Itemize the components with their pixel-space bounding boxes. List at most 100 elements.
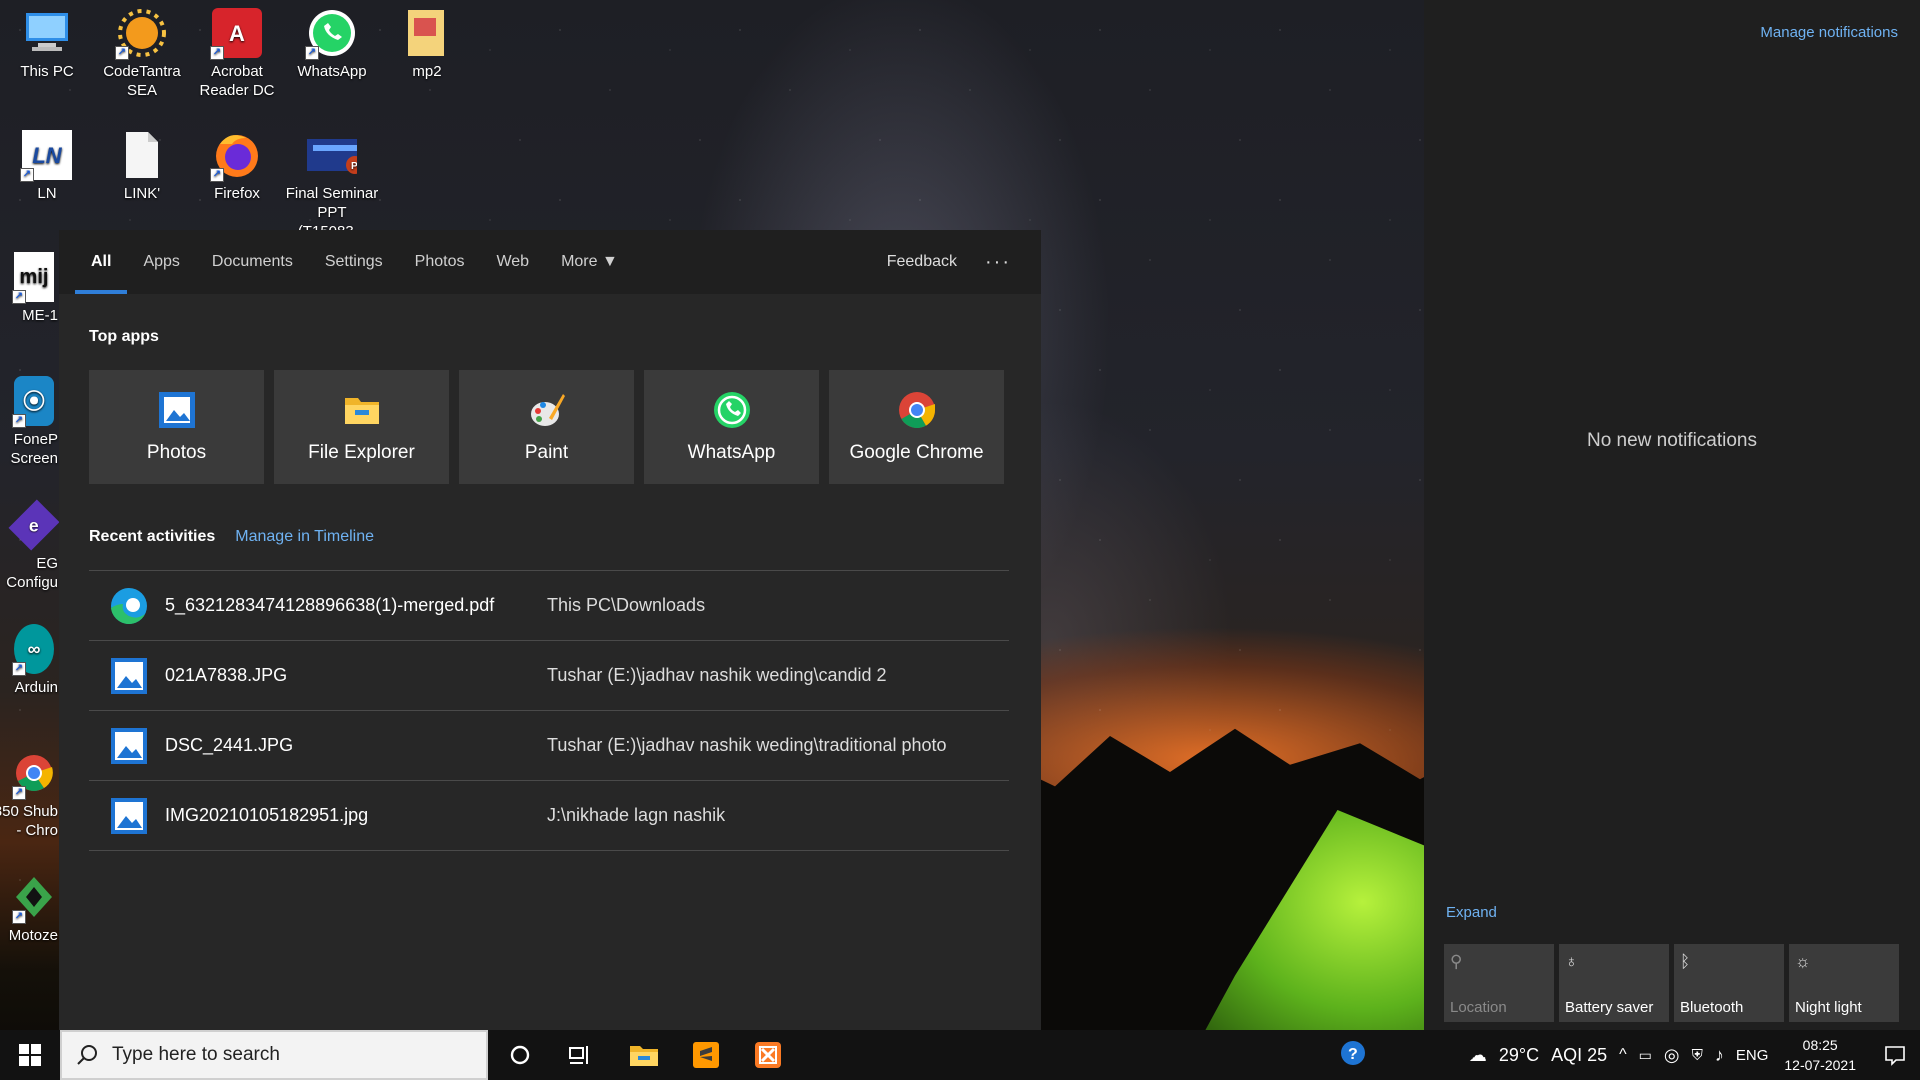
desktop-icon-motoze[interactable]: ↗ Motoze bbox=[0, 872, 62, 945]
help-button[interactable]: ? bbox=[1339, 1039, 1367, 1072]
chevron-up-icon[interactable]: ^ bbox=[1619, 1046, 1627, 1064]
top-app-whatsapp[interactable]: WhatsApp bbox=[644, 370, 819, 484]
more-options-button[interactable]: ··· bbox=[985, 230, 1011, 294]
list-item[interactable]: 021A7838.JPG Tushar (E:)\jadhav nashik w… bbox=[89, 641, 1009, 711]
quick-action-label: Bluetooth bbox=[1680, 999, 1744, 1016]
desktop-icon-label: mp2 bbox=[412, 63, 442, 80]
list-item[interactable]: 5_6321283474128896638(1)-merged.pdf This… bbox=[89, 571, 1009, 641]
recent-file-name: DSC_2441.JPG bbox=[165, 735, 294, 755]
top-app-paint[interactable]: Paint bbox=[459, 370, 634, 484]
recent-file-path: Tushar (E:)\jadhav nashik weding\candid … bbox=[547, 665, 887, 685]
desktop-icon-chrome-profile[interactable]: ↗ 850 Shub - Chro bbox=[0, 748, 62, 840]
eg-icon: e bbox=[8, 499, 60, 551]
desktop-icon-label: This PC bbox=[20, 63, 74, 80]
clock-time: 08:25 bbox=[1802, 1037, 1838, 1053]
quick-action-night-light[interactable]: ☼ Night light bbox=[1789, 944, 1899, 1022]
quick-action-battery-saver[interactable]: ♁ Battery saver bbox=[1559, 944, 1669, 1022]
list-item[interactable]: DSC_2441.JPG Tushar (E:)\jadhav nashik w… bbox=[89, 711, 1009, 781]
desktop-icon-whatsapp[interactable]: ↗ WhatsApp bbox=[293, 8, 371, 81]
photos-icon bbox=[111, 657, 147, 694]
top-app-file-explorer[interactable]: File Explorer bbox=[274, 370, 449, 484]
mijo-icon: mij ↗ bbox=[12, 252, 54, 304]
desktop-icon-fonepaw[interactable]: ⦿ ↗ FoneP Screen bbox=[0, 376, 62, 468]
tab-settings[interactable]: Settings bbox=[325, 230, 383, 294]
tab-web[interactable]: Web bbox=[496, 230, 529, 294]
sublime-text-icon bbox=[693, 1042, 719, 1068]
desktop-icon-acrobat[interactable]: A ↗ Acrobat Reader DC bbox=[198, 8, 276, 100]
quick-actions: ⚲ Location ♁ Battery saver ᛒ Bluetooth ☼… bbox=[1444, 944, 1899, 1022]
desktop-icon-label: WhatsApp bbox=[297, 63, 367, 80]
start-button[interactable] bbox=[0, 1030, 60, 1080]
volume-icon[interactable]: ♪ bbox=[1715, 1045, 1724, 1066]
weather-temperature[interactable]: 29°C bbox=[1499, 1045, 1539, 1066]
help-icon: ? bbox=[1340, 1040, 1365, 1065]
top-app-label: WhatsApp bbox=[687, 442, 776, 463]
task-view-button[interactable] bbox=[558, 1030, 602, 1080]
tab-all[interactable]: All bbox=[74, 230, 129, 294]
desktop-icon-mp2[interactable]: mp2 bbox=[388, 8, 466, 81]
photos-icon bbox=[111, 727, 147, 764]
motoze-icon: ↗ bbox=[12, 872, 54, 924]
photos-icon bbox=[158, 392, 195, 428]
feedback-button[interactable]: Feedback bbox=[887, 230, 957, 294]
desktop-icon-this-pc[interactable]: This PC bbox=[8, 8, 86, 81]
desktop-icon-label: CodeTantra SEA bbox=[103, 63, 181, 99]
taskbar-sublime-text[interactable] bbox=[682, 1030, 730, 1080]
quick-action-location[interactable]: ⚲ Location bbox=[1444, 944, 1554, 1022]
network-icon[interactable]: ◎ bbox=[1664, 1045, 1680, 1066]
taskbar-file-explorer[interactable] bbox=[620, 1030, 668, 1080]
tab-photos[interactable]: Photos bbox=[415, 230, 465, 294]
top-app-label: Photos bbox=[146, 442, 207, 463]
cortana-button[interactable] bbox=[498, 1030, 542, 1080]
desktop-icon-link[interactable]: LINK' bbox=[103, 130, 181, 203]
taskbar-search-box[interactable] bbox=[60, 1030, 488, 1080]
recent-file-name: 5_6321283474128896638(1)-merged.pdf bbox=[165, 595, 495, 615]
night-light-icon: ☼ bbox=[1795, 952, 1811, 971]
desktop-icon-ln[interactable]: LN ↗ LN bbox=[8, 130, 86, 203]
expand-link[interactable]: Expand bbox=[1446, 904, 1497, 921]
manage-notifications-link[interactable]: Manage notifications bbox=[1760, 24, 1898, 41]
search-input[interactable] bbox=[112, 1044, 442, 1066]
paint-icon bbox=[530, 394, 565, 426]
location-icon: ⚲ bbox=[1450, 952, 1463, 971]
file-icon bbox=[117, 130, 167, 180]
no-notifications-text: No new notifications bbox=[1586, 430, 1758, 451]
firefox-icon: ↗ bbox=[210, 130, 262, 182]
file-explorer-icon bbox=[630, 1046, 658, 1066]
quick-action-bluetooth[interactable]: ᛒ Bluetooth bbox=[1674, 944, 1784, 1022]
language-indicator[interactable]: ENG bbox=[1736, 1047, 1769, 1064]
action-center-button[interactable] bbox=[1870, 1030, 1920, 1080]
recent-file-name: 021A7838.JPG bbox=[165, 665, 288, 685]
recent-file-name: IMG20210105182951.jpg bbox=[165, 805, 369, 825]
security-icon[interactable]: ⛨ bbox=[1692, 1047, 1703, 1064]
clock[interactable]: 08:25 12-07-2021 bbox=[1784, 1035, 1856, 1075]
manage-timeline-link[interactable]: Manage in Timeline bbox=[235, 528, 374, 546]
codetantra-icon: ↗ bbox=[115, 8, 167, 60]
task-view-icon bbox=[569, 1046, 588, 1064]
weather-icon[interactable]: ☁ bbox=[1469, 1045, 1487, 1066]
taskbar-xampp[interactable] bbox=[744, 1030, 792, 1080]
desktop-icon-label: Motoze bbox=[8, 927, 58, 944]
whatsapp-icon: ↗ bbox=[305, 8, 357, 60]
desktop-icon-arduino[interactable]: ∞ ↗ Arduin bbox=[0, 624, 62, 697]
tab-apps[interactable]: Apps bbox=[143, 230, 179, 294]
desktop-icon-firefox[interactable]: ↗ Firefox bbox=[198, 130, 276, 203]
search-icon bbox=[77, 1045, 97, 1065]
file-explorer-icon bbox=[344, 398, 379, 424]
desktop-icon-codetantra[interactable]: ↗ CodeTantra SEA bbox=[103, 8, 181, 100]
air-quality[interactable]: AQI 25 bbox=[1551, 1045, 1607, 1066]
desktop-icon-eg[interactable]: e EG Configu bbox=[0, 499, 62, 592]
recent-activities-heading: Recent activities bbox=[89, 528, 216, 545]
top-app-google-chrome[interactable]: Google Chrome bbox=[829, 370, 1004, 484]
desktop-icon-seminar-ppt[interactable]: P Final Seminar PPT (T15083... bbox=[285, 130, 379, 241]
top-app-photos[interactable]: Photos bbox=[89, 370, 264, 484]
edge-icon bbox=[111, 587, 147, 624]
bluetooth-icon: ᛒ bbox=[1680, 952, 1691, 971]
battery-icon[interactable]: ▭ bbox=[1639, 1047, 1652, 1064]
acrobat-icon: A ↗ bbox=[210, 8, 262, 60]
tab-documents[interactable]: Documents bbox=[212, 230, 293, 294]
svg-text:P: P bbox=[351, 161, 357, 172]
tab-more[interactable]: More ▼ bbox=[561, 230, 618, 294]
list-item[interactable]: IMG20210105182951.jpg J:\nikhade lagn na… bbox=[89, 781, 1009, 851]
desktop-icon-me1[interactable]: mij ↗ ME-1 bbox=[0, 252, 62, 325]
